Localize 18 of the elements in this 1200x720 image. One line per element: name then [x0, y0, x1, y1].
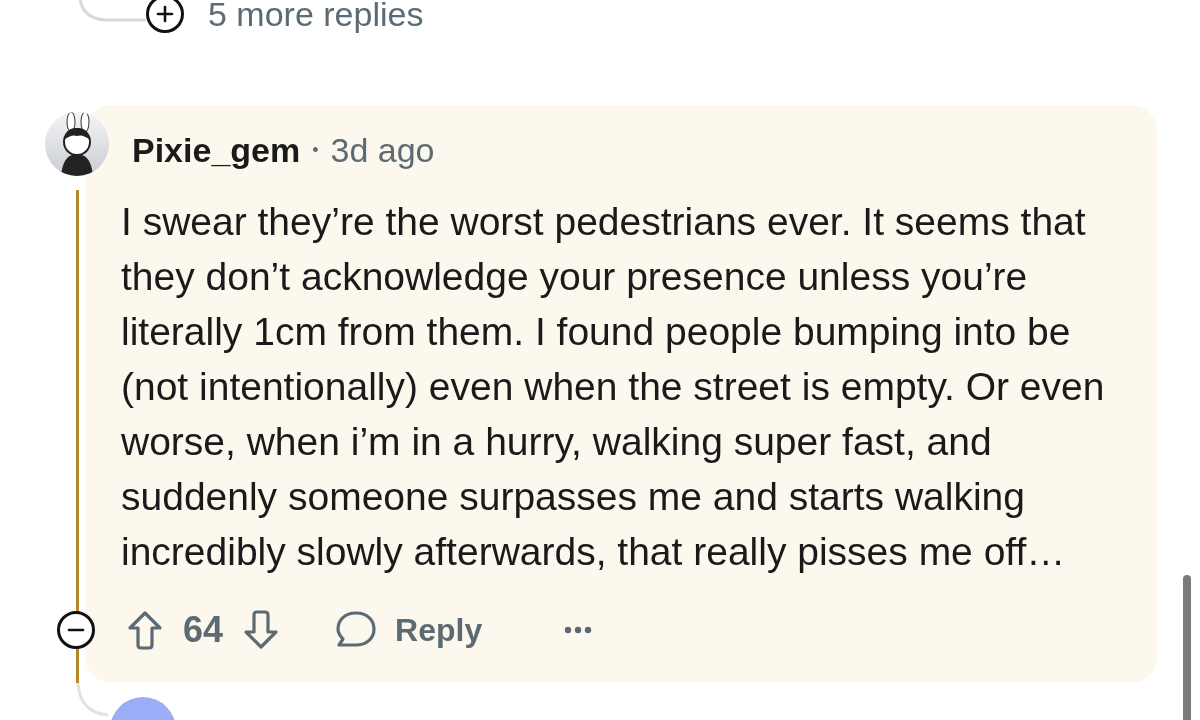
comment-text: I swear they’re the worst pedestrians ever. It seems that they don’t acknowledge your presence unless you’re literally 1cm from them. I found people bumping into be (not intentionally) even when the street is empty. Or even worse, when i’m in a hurry, walking super fast, and suddenly someone surpasses me and starts walking incredibly slowly afterwards, that really pisses me off…	[121, 199, 1106, 575]
vote-count: 64	[183, 608, 224, 652]
timestamp: 3d ago	[330, 129, 435, 171]
thread-connector	[78, 0, 146, 22]
thread-connector	[76, 683, 108, 717]
downvote-icon	[243, 610, 280, 650]
expand-button[interactable]	[146, 0, 184, 33]
speech-bubble-icon	[335, 610, 378, 650]
separator-dot: •	[312, 138, 319, 162]
plus-icon	[155, 4, 175, 24]
reply-button[interactable]: Reply	[335, 606, 483, 654]
more-replies-link[interactable]: 5 more replies	[208, 0, 424, 31]
scrollbar[interactable]	[1183, 575, 1191, 720]
more-icon	[564, 626, 593, 634]
minus-icon	[66, 628, 86, 632]
collapse-button[interactable]	[57, 611, 95, 649]
username[interactable]: Pixie_gem	[132, 124, 301, 176]
upvote-icon	[127, 610, 163, 650]
